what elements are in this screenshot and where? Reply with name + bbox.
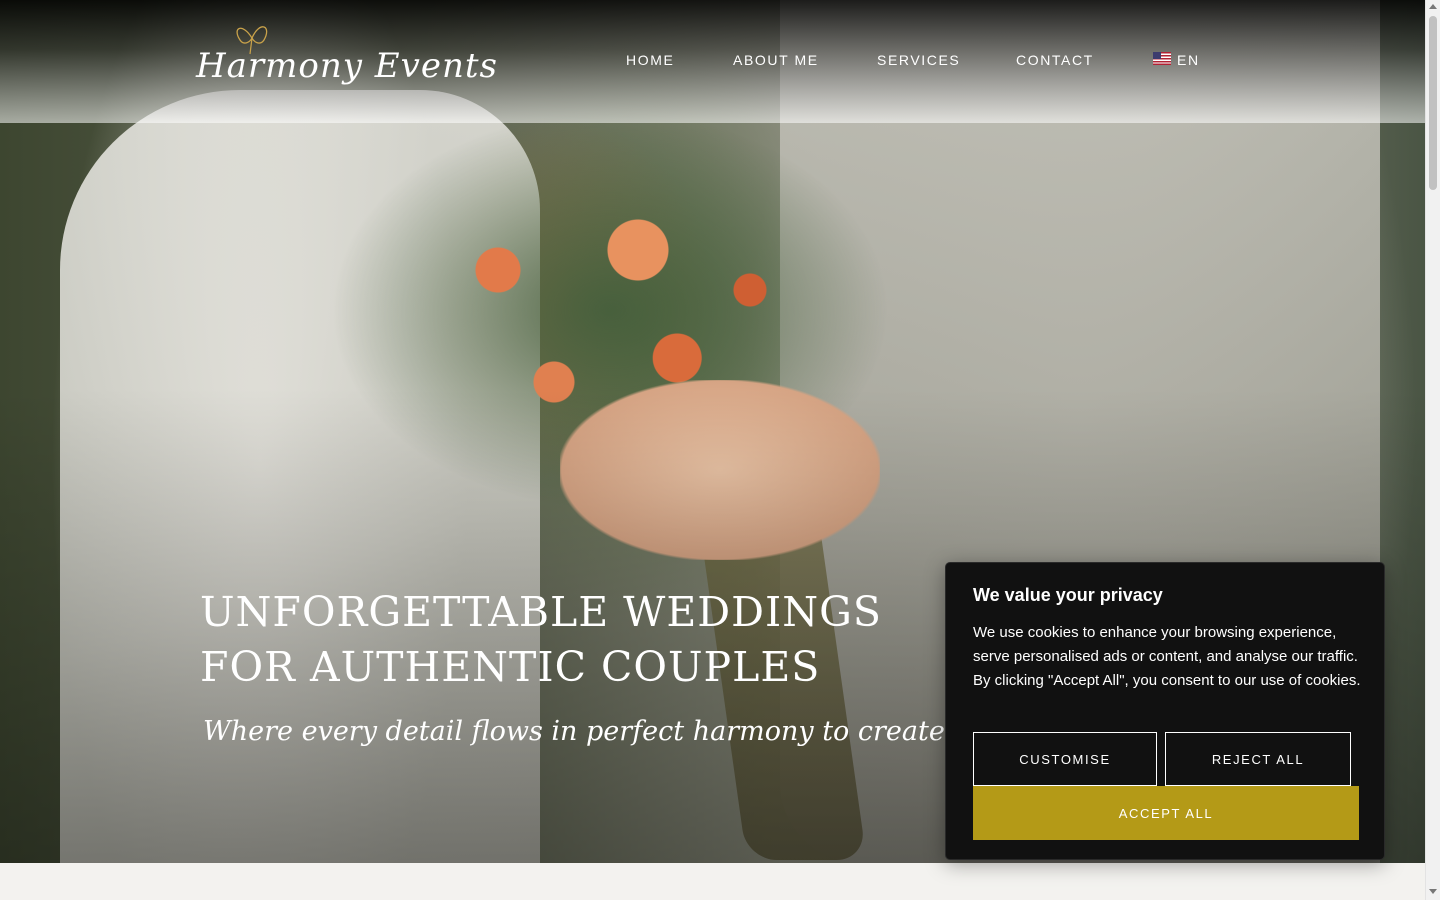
cookie-title: We value your privacy — [973, 585, 1163, 605]
nav-services[interactable]: SERVICES — [877, 52, 960, 68]
nav-about-me[interactable]: ABOUT ME — [733, 52, 819, 68]
scroll-up-arrow-icon[interactable] — [1429, 4, 1437, 9]
nav-home[interactable]: HOME — [626, 52, 674, 68]
content-section-top — [0, 863, 1425, 900]
us-flag-icon — [1153, 51, 1171, 65]
logo-text: Harmony Events — [196, 46, 498, 86]
page-scrollbar[interactable] — [1425, 0, 1440, 900]
customise-button[interactable]: CUSTOMISE — [973, 732, 1157, 786]
scrollbar-thumb[interactable] — [1429, 16, 1437, 190]
site-logo[interactable]: Harmony Events — [196, 18, 497, 102]
hero-title-line-1: UNFORGETTABLE WEDDINGS — [200, 588, 882, 636]
language-label: EN — [1177, 52, 1200, 68]
scroll-down-arrow-icon[interactable] — [1429, 889, 1437, 894]
reject-all-button[interactable]: REJECT ALL — [1165, 732, 1351, 786]
cookie-description: We use cookies to enhance your browsing … — [973, 624, 1361, 689]
accept-all-button[interactable]: ACCEPT ALL — [973, 786, 1359, 840]
language-switcher[interactable]: EN — [1153, 51, 1200, 68]
hero-title: UNFORGETTABLE WEDDINGS FOR AUTHENTIC COU… — [200, 585, 900, 695]
hero-title-line-2: FOR AUTHENTIC COUPLES — [200, 643, 821, 691]
cookie-consent-banner: We value your privacy We use cookies to … — [945, 562, 1385, 860]
site-header: Harmony Events HOME ABOUT ME SERVICES CO… — [0, 0, 1425, 123]
hero-subtitle: Where every detail flows in perfect harm… — [203, 716, 963, 747]
nav-contact[interactable]: CONTACT — [1016, 52, 1094, 68]
